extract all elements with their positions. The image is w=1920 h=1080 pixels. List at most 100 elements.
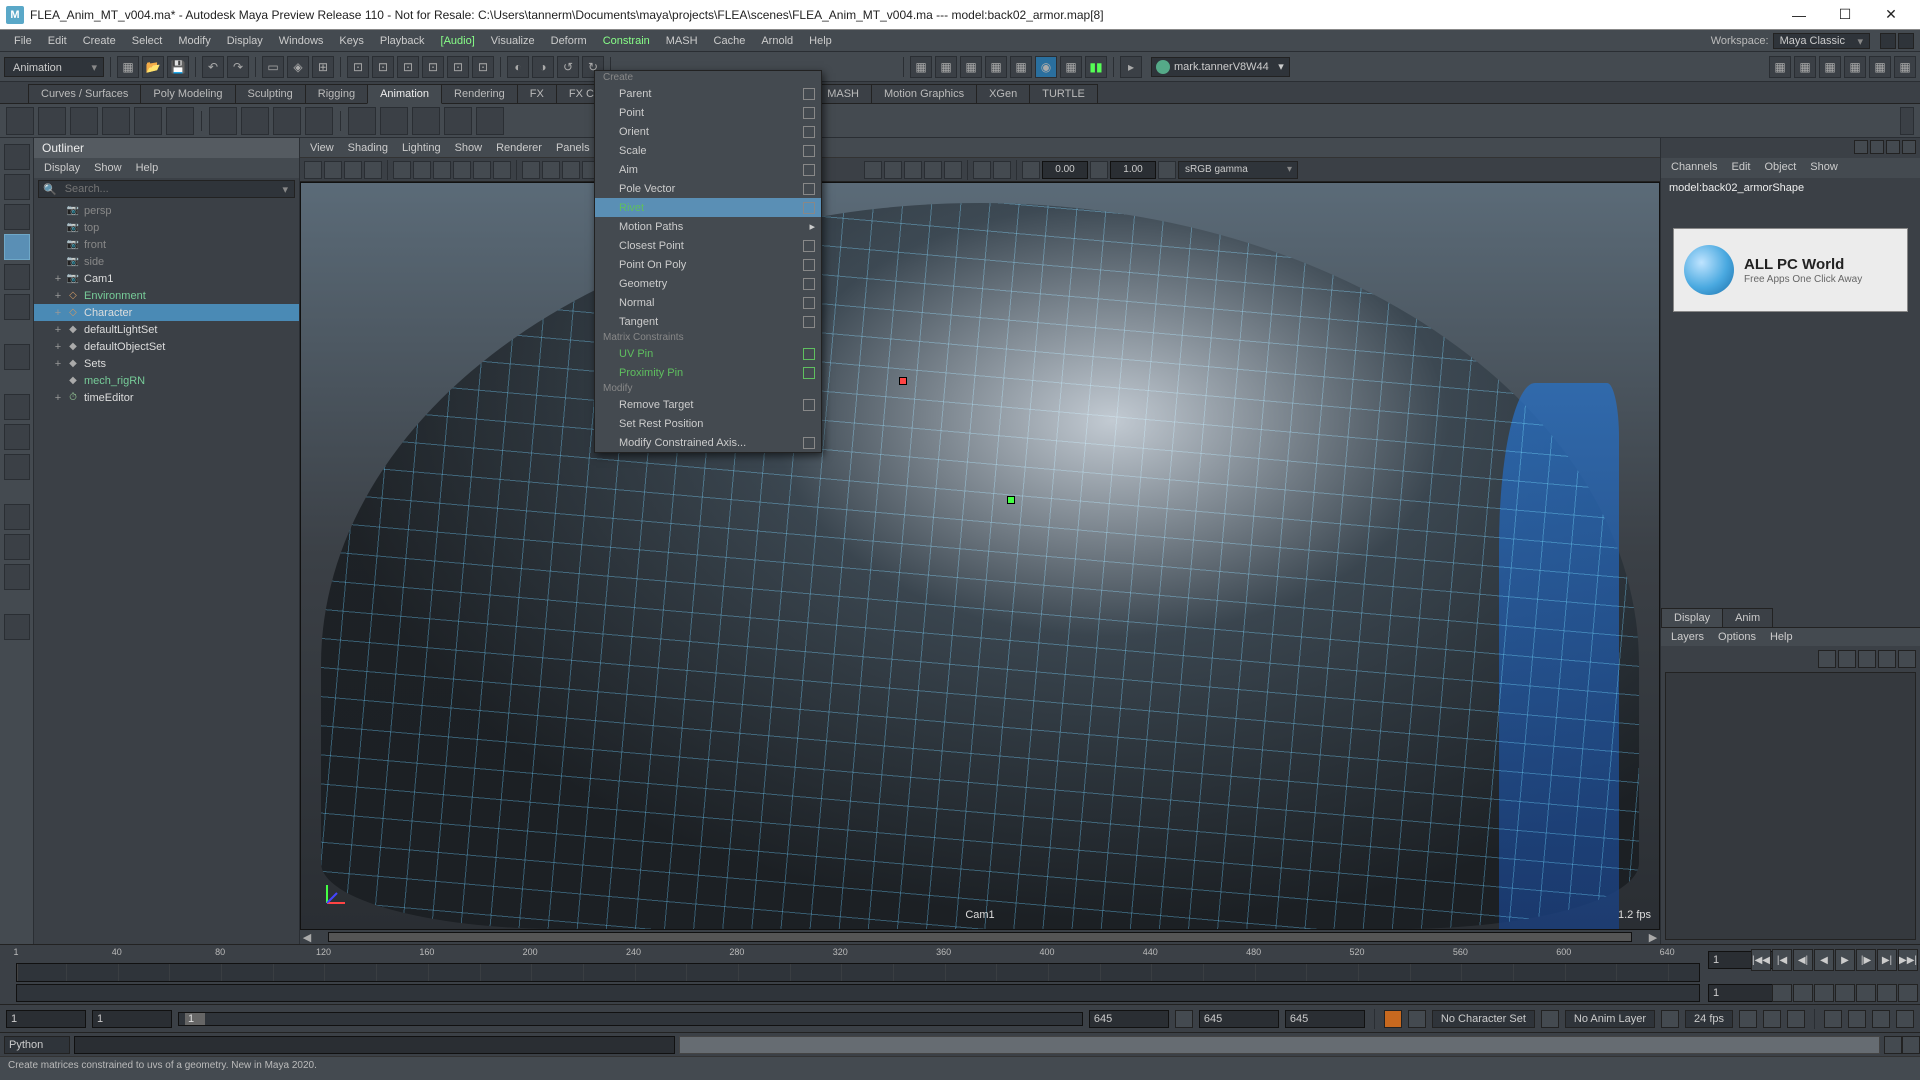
- range-opt-icon[interactable]: [1408, 1010, 1426, 1028]
- vp-tool-icon[interactable]: [393, 161, 411, 179]
- pb-opt-icon[interactable]: [1814, 984, 1834, 1002]
- range-thumb[interactable]: 1: [185, 1013, 205, 1025]
- outliner-item[interactable]: +◆defaultLightSet: [34, 321, 299, 338]
- outliner-item[interactable]: ◆mech_rigRN: [34, 372, 299, 389]
- vp-menu-lighting[interactable]: Lighting: [396, 140, 447, 156]
- paint-tool-icon[interactable]: [4, 204, 30, 230]
- layer-icon[interactable]: [1898, 650, 1916, 668]
- maximize-button[interactable]: ☐: [1822, 0, 1868, 30]
- expand-icon[interactable]: ▸: [1120, 56, 1142, 78]
- layout-6-icon[interactable]: [4, 564, 30, 590]
- shelf-icon[interactable]: [241, 107, 269, 135]
- option-box-icon[interactable]: [803, 88, 815, 100]
- vp-tool-icon[interactable]: [473, 161, 491, 179]
- vp-tool-icon[interactable]: [973, 161, 991, 179]
- cb-menu-channels[interactable]: Channels: [1665, 160, 1723, 176]
- step-fwd-key-icon[interactable]: ▶|: [1877, 949, 1897, 971]
- option-box-icon[interactable]: [803, 126, 815, 138]
- panel-3-icon[interactable]: ▦: [1819, 56, 1841, 78]
- step-back-key-icon[interactable]: |◀: [1772, 949, 1792, 971]
- option-box-icon[interactable]: [803, 107, 815, 119]
- hist-3-icon[interactable]: ↺: [557, 56, 579, 78]
- vp-tool-icon[interactable]: [542, 161, 560, 179]
- menu-item[interactable]: Scale: [595, 141, 821, 160]
- cb-icon[interactable]: [1902, 140, 1916, 154]
- menu-deform[interactable]: Deform: [543, 33, 595, 49]
- audio-icon[interactable]: [1824, 1010, 1842, 1028]
- render-3-icon[interactable]: ▦: [960, 56, 982, 78]
- play-fwd-icon[interactable]: ▶: [1835, 949, 1855, 971]
- panel-5-icon[interactable]: ▦: [1869, 56, 1891, 78]
- current-frame-field-2[interactable]: 1: [1708, 984, 1774, 1002]
- vp-tool-icon[interactable]: [944, 161, 962, 179]
- option-box-icon[interactable]: [803, 316, 815, 328]
- menu-item[interactable]: Normal: [595, 293, 821, 312]
- range-lock-icon[interactable]: [1175, 1010, 1193, 1028]
- outliner-item[interactable]: +◇Character: [34, 304, 299, 321]
- outliner-item[interactable]: +📷Cam1: [34, 270, 299, 287]
- shelf-tab-sculpt[interactable]: Sculpting: [235, 84, 306, 103]
- cb-menu-object[interactable]: Object: [1758, 160, 1802, 176]
- manipulator-red[interactable]: [899, 377, 907, 385]
- render-5-icon[interactable]: ▦: [1010, 56, 1032, 78]
- cb-icon[interactable]: [1870, 140, 1884, 154]
- pb-opt-icon[interactable]: [1898, 984, 1918, 1002]
- fps-combo[interactable]: 24 fps: [1685, 1010, 1733, 1028]
- scroll-right-icon[interactable]: ▶: [1646, 931, 1660, 944]
- option-box-icon[interactable]: [803, 437, 815, 449]
- shelf-tab-rigging[interactable]: Rigging: [305, 84, 368, 103]
- shelf-tab-poly[interactable]: Poly Modeling: [140, 84, 235, 103]
- sel-mode-2-icon[interactable]: ◈: [287, 56, 309, 78]
- pb-opt-icon[interactable]: [1856, 984, 1876, 1002]
- rotate-tool-icon[interactable]: [4, 264, 30, 290]
- shelf-icon[interactable]: [476, 107, 504, 135]
- layout-7-icon[interactable]: [4, 614, 30, 640]
- cb-icon[interactable]: [1854, 140, 1868, 154]
- range-end-field[interactable]: 645: [1199, 1010, 1279, 1028]
- twisty-icon[interactable]: +: [52, 358, 64, 370]
- redo-icon[interactable]: ↷: [227, 56, 249, 78]
- menu-item[interactable]: Geometry: [595, 274, 821, 293]
- outliner-item[interactable]: 📷side: [34, 253, 299, 270]
- timeline-track[interactable]: [16, 963, 1700, 982]
- workspace-icon-1[interactable]: [1880, 33, 1896, 49]
- vp-tool-icon[interactable]: [522, 161, 540, 179]
- snap-5-icon[interactable]: ⊡: [447, 56, 469, 78]
- shelf-icon[interactable]: [6, 107, 34, 135]
- option-box-icon[interactable]: [803, 399, 815, 411]
- menu-item[interactable]: Aim: [595, 160, 821, 179]
- command-input[interactable]: [74, 1036, 675, 1054]
- step-fwd-icon[interactable]: |▶: [1856, 949, 1876, 971]
- menu-item[interactable]: Remove Target: [595, 395, 821, 414]
- shelf-icon[interactable]: [166, 107, 194, 135]
- script-lang-combo[interactable]: Python: [4, 1036, 70, 1054]
- open-scene-icon[interactable]: 📂: [142, 56, 164, 78]
- render-2-icon[interactable]: ▦: [935, 56, 957, 78]
- twisty-icon[interactable]: +: [52, 273, 64, 285]
- vp-tool-icon[interactable]: [304, 161, 322, 179]
- workspace-icon-2[interactable]: [1898, 33, 1914, 49]
- option-box-icon[interactable]: [803, 348, 815, 360]
- menu-display[interactable]: Display: [219, 33, 271, 49]
- vp-tool-icon[interactable]: [993, 161, 1011, 179]
- vp-tool-icon[interactable]: [904, 161, 922, 179]
- layer-list[interactable]: [1665, 672, 1916, 940]
- vp-tool-icon[interactable]: [864, 161, 882, 179]
- colorspace-icon[interactable]: [1158, 161, 1176, 179]
- go-start-icon[interactable]: |◀◀: [1751, 949, 1771, 971]
- close-button[interactable]: ✕: [1868, 0, 1914, 30]
- shelf-tab-curves[interactable]: Curves / Surfaces: [28, 84, 141, 103]
- menu-item[interactable]: Modify Constrained Axis...: [595, 433, 821, 452]
- menu-cache[interactable]: Cache: [706, 33, 754, 49]
- shelf-icon[interactable]: [412, 107, 440, 135]
- viewport-scrollbar[interactable]: [328, 932, 1632, 942]
- minimize-button[interactable]: —: [1776, 0, 1822, 30]
- cb-icon[interactable]: [1886, 140, 1900, 154]
- constrain-menu[interactable]: Create ParentPointOrientScaleAimPole Vec…: [594, 70, 822, 453]
- vp-tool-icon[interactable]: [324, 161, 342, 179]
- menu-windows[interactable]: Windows: [271, 33, 332, 49]
- shelf-icon[interactable]: [70, 107, 98, 135]
- pb-opt-icon[interactable]: [1877, 984, 1897, 1002]
- snap-2-icon[interactable]: ⊡: [372, 56, 394, 78]
- cb-menu-edit[interactable]: Edit: [1725, 160, 1756, 176]
